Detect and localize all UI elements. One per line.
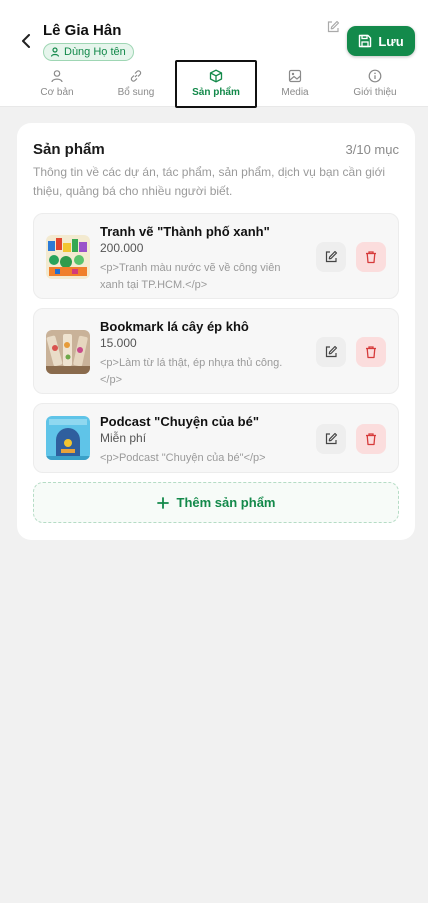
info-icon xyxy=(368,69,382,83)
trash-icon xyxy=(366,433,376,446)
tab-label: Bổ sung xyxy=(117,87,155,98)
trash-icon xyxy=(366,251,376,264)
link-icon xyxy=(130,70,142,82)
edit-icon xyxy=(325,345,338,358)
edit-icon xyxy=(325,250,338,263)
products-card: Sản phẩm 3/10 mục Thông tin về các dự án… xyxy=(17,123,415,540)
product-name: Podcast "Chuyện của bé" xyxy=(100,414,259,429)
image-icon xyxy=(288,69,302,83)
tab-label: Giới thiệu xyxy=(353,87,397,98)
tab-additional[interactable]: Bổ sung xyxy=(95,60,177,108)
product-price: 15.000 xyxy=(100,336,137,350)
section-title: Sản phẩm xyxy=(33,141,105,158)
product-thumbnail xyxy=(46,330,90,374)
tab-media[interactable]: Media xyxy=(254,60,336,108)
save-label: Lưu xyxy=(378,33,404,49)
save-icon xyxy=(359,34,372,48)
edit-product-button[interactable] xyxy=(316,242,346,272)
product-thumbnail xyxy=(46,416,90,460)
product-item[interactable]: Tranh vẽ "Thành phố xanh" 200.000 <p>Tra… xyxy=(33,213,399,299)
product-name: Bookmark lá cây ép khô xyxy=(100,319,249,334)
product-description: <p>Podcast "Chuyện của bé"</p> xyxy=(100,452,266,464)
box-icon xyxy=(209,69,223,83)
plus-icon xyxy=(156,496,169,509)
use-fullname-badge[interactable]: Dùng Họ tên xyxy=(43,43,134,61)
trash-icon xyxy=(366,346,376,359)
add-product-button[interactable]: Thêm sản phẩm xyxy=(33,482,399,523)
edit-icon xyxy=(325,432,338,445)
edit-icon xyxy=(327,20,340,33)
item-count: 3/10 mục xyxy=(345,142,399,157)
product-name: Tranh vẽ "Thành phố xanh" xyxy=(100,224,270,239)
chevron-left-icon xyxy=(22,34,30,48)
add-product-label: Thêm sản phẩm xyxy=(176,495,276,510)
edit-product-button[interactable] xyxy=(316,337,346,367)
tab-basic[interactable]: Cơ bản xyxy=(16,60,98,108)
back-button[interactable] xyxy=(16,31,36,51)
section-description: Thông tin về các dự án, tác phẩm, sản ph… xyxy=(33,165,386,198)
user-icon xyxy=(51,70,63,83)
tab-about[interactable]: Giới thiệu xyxy=(334,60,416,108)
product-price: 200.000 xyxy=(100,241,144,255)
product-description: <p>Làm từ lá thật, ép nhựa thủ công.</p> xyxy=(100,357,283,386)
tab-label: Cơ bản xyxy=(40,87,74,98)
tab-products[interactable]: Sản phẩm xyxy=(175,60,257,108)
edit-product-button[interactable] xyxy=(316,424,346,454)
user-name: Lê Gia Hân xyxy=(43,22,122,39)
delete-product-button[interactable] xyxy=(356,424,386,454)
save-button[interactable]: Lưu xyxy=(347,26,415,56)
edit-name-button[interactable] xyxy=(326,20,340,34)
product-thumbnail xyxy=(46,235,90,279)
tab-bar: Cơ bản Bổ sung Sản phẩm Media Giới thiệu xyxy=(0,60,428,108)
user-icon xyxy=(50,47,60,57)
tab-label: Sản phẩm xyxy=(192,87,240,98)
delete-product-button[interactable] xyxy=(356,242,386,272)
badge-label: Dùng Họ tên xyxy=(64,46,126,58)
product-item[interactable]: Podcast "Chuyện của bé" Miễn phí <p>Podc… xyxy=(33,403,399,473)
delete-product-button[interactable] xyxy=(356,337,386,367)
app-header: Lê Gia Hân Dùng Họ tên Lưu Cơ bản Bổ sun… xyxy=(0,0,428,108)
tab-label: Media xyxy=(281,87,309,98)
product-description: <p>Tranh màu nước vẽ về công viên xanh t… xyxy=(100,262,281,291)
product-item[interactable]: Bookmark lá cây ép khô 15.000 <p>Làm từ … xyxy=(33,308,399,394)
product-price: Miễn phí xyxy=(100,431,147,445)
